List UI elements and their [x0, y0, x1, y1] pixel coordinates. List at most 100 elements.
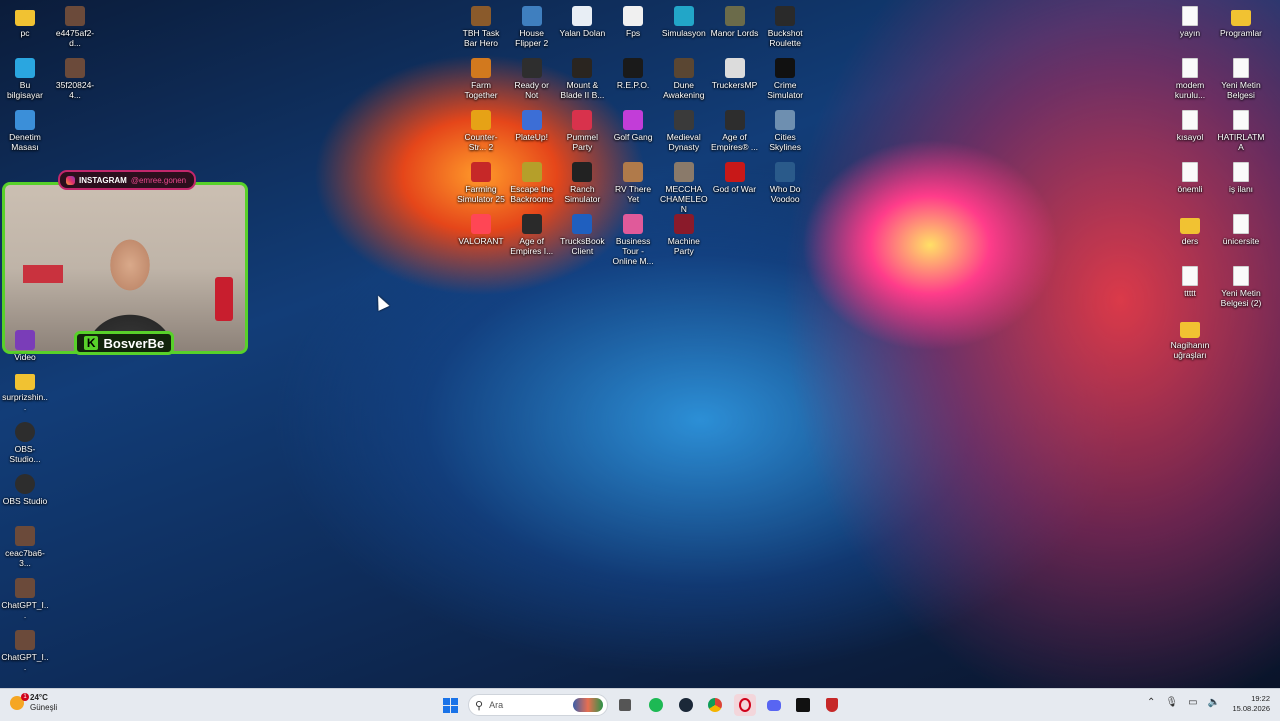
search-icon: ⚲ [475, 699, 484, 712]
shortcut-label: Age of Empires I... [510, 236, 554, 256]
game-icon [673, 214, 694, 234]
desktop-shortcut-game-7[interactable]: Farm Together [457, 58, 505, 100]
desktop-shortcut-right-1[interactable]: Programlar [1217, 6, 1265, 38]
desktop-shortcut-right-9[interactable]: ünicersite [1217, 214, 1265, 246]
desktop-shortcut-game-13[interactable]: Crime Simulator [761, 58, 809, 100]
desktop-shortcut-left-3[interactable]: 35f20824-4... [51, 58, 99, 100]
game-launcher-icon[interactable] [792, 694, 814, 716]
document-icon [1233, 266, 1249, 286]
folder-icon [15, 374, 35, 390]
desktop-shortcut-right-4[interactable]: kısayol [1166, 110, 1214, 142]
desktop-shortcut-game-30[interactable]: TrucksBook Client [558, 214, 606, 256]
desktop-shortcut-game-17[interactable]: Golf Gang [609, 110, 657, 142]
desktop-shortcut-game-27[interactable]: Who Do Voodoo [761, 162, 809, 204]
desktop-shortcut-left-4[interactable]: Denetim Masası [1, 110, 49, 152]
folder-icon [15, 10, 35, 26]
desktop-shortcut-game-28[interactable]: VALORANT [457, 214, 505, 246]
desktop-shortcut-game-31[interactable]: Business Tour - Online M... [609, 214, 657, 266]
chrome-icon[interactable] [704, 694, 726, 716]
desktop-shortcut-left-1[interactable]: e4475af2-d... [51, 6, 99, 48]
desktop-shortcut-game-16[interactable]: Pummel Party [558, 110, 606, 152]
discord-icon[interactable] [763, 694, 785, 716]
desktop-shortcut-left-8[interactable]: OBS Studio [1, 474, 49, 506]
desktop-shortcut-left-11[interactable]: ChatGPT_I... [1, 630, 49, 672]
desktop-shortcut-right-3[interactable]: Yeni Metin Belgesi [1217, 58, 1265, 100]
desktop-shortcut-game-11[interactable]: Dune Awakening [660, 58, 708, 100]
desktop-shortcut-left-10[interactable]: ChatGPT_I... [1, 578, 49, 620]
shortcut-label: Bu bilgisayar [7, 80, 43, 100]
desktop-shortcut-left-2[interactable]: Bu bilgisayar [1, 58, 49, 100]
desktop-shortcut-left-9[interactable]: ceac7ba6-3... [1, 526, 49, 568]
desktop-shortcut-game-24[interactable]: RV There Yet [609, 162, 657, 204]
desktop-shortcut-game-5[interactable]: Manor Lords [711, 6, 759, 38]
shortcut-label: ttttt [1184, 288, 1196, 298]
document-icon [1233, 162, 1249, 182]
shortcut-label: ünicersite [1222, 236, 1260, 246]
desktop-shortcut-game-25[interactable]: MECCHA CHAMELEON [660, 162, 708, 214]
shortcut-label: modem kurulu... [1174, 80, 1206, 100]
chevron-up-icon[interactable]: ⌃ [1147, 697, 1155, 708]
desktop-shortcut-right-6[interactable]: önemli [1166, 162, 1214, 194]
start-button[interactable] [439, 694, 461, 716]
game-icon [673, 58, 694, 78]
desktop-shortcut-game-9[interactable]: Mount & Blade II B... [558, 58, 606, 100]
desktop-shortcut-game-3[interactable]: Fps [609, 6, 657, 38]
desktop-shortcut-game-18[interactable]: Medieval Dynasty [660, 110, 708, 152]
desktop-shortcut-game-29[interactable]: Age of Empires I... [508, 214, 556, 256]
shortcut-label: Manor Lords [710, 28, 759, 38]
shortcut-label: Yeni Metin Belgesi (2) [1220, 288, 1262, 308]
desktop-shortcut-right-7[interactable]: iş ilanı [1217, 162, 1265, 194]
desktop-shortcut-right-2[interactable]: modem kurulu... [1166, 58, 1214, 100]
desktop-shortcut-game-10[interactable]: R.E.P.O. [609, 58, 657, 90]
desktop-shortcut-game-21[interactable]: Farming Simulator 25 [457, 162, 505, 204]
desktop-shortcut-game-14[interactable]: Counter-Str... 2 [457, 110, 505, 152]
game-icon [471, 58, 491, 78]
desktop-shortcut-game-4[interactable]: Simulasyon [660, 6, 708, 38]
desktop-shortcut-game-6[interactable]: Buckshot Roulette [761, 6, 809, 48]
steam-icon[interactable] [675, 694, 697, 716]
weather-widget[interactable]: 1 24°C Güneşli [10, 693, 57, 713]
file-explorer-icon[interactable] [614, 694, 636, 716]
desktop-shortcut-right-12[interactable]: Nagihanın uğraşları [1166, 318, 1214, 360]
shortcut-label: iş ilanı [1228, 184, 1254, 194]
network-icon[interactable]: ▭ [1188, 697, 1197, 708]
desktop-shortcut-game-8[interactable]: Ready or Not [508, 58, 556, 100]
desktop-shortcut-game-32[interactable]: Machine Party [660, 214, 708, 256]
spotify-icon[interactable] [645, 694, 667, 716]
shortcut-label: ChatGPT_I... [1, 600, 49, 620]
desktop-shortcut-game-12[interactable]: TruckersMP [711, 58, 759, 90]
clock[interactable]: 19:22 15.08.2026 [1232, 694, 1270, 714]
desktop-shortcut-left-6[interactable]: surprizshin... [1, 370, 49, 412]
desktop-shortcut-right-0[interactable]: yayın [1166, 6, 1214, 38]
shortcut-label: e4475af2-d... [55, 28, 95, 48]
desktop-shortcut-game-19[interactable]: Age of Empires® ... [711, 110, 759, 152]
desktop-shortcut-game-1[interactable]: House Flipper 2 [508, 6, 556, 48]
opera-gx-icon[interactable] [734, 694, 756, 716]
desktop-shortcut-left-7[interactable]: OBS-Studio... [1, 422, 49, 464]
sun-icon: 1 [10, 693, 29, 710]
shortcut-label: R.E.P.O. [616, 80, 650, 90]
desktop-shortcut-left-0[interactable]: pc [1, 6, 49, 38]
desktop-shortcut-game-0[interactable]: TBH Task Bar Hero [457, 6, 505, 48]
game-icon [623, 214, 644, 234]
taskbar-search[interactable]: ⚲ Ara [468, 694, 608, 716]
desktop-shortcut-right-5[interactable]: HATIRLATMA [1217, 110, 1265, 152]
desktop-shortcut-game-23[interactable]: Ranch Simulator [558, 162, 606, 204]
desktop-shortcut-left-5[interactable]: Video [1, 330, 49, 362]
desktop-shortcut-right-10[interactable]: ttttt [1166, 266, 1214, 298]
shield-icon[interactable] [821, 694, 843, 716]
desktop-shortcut-game-20[interactable]: Cities Skylines [761, 110, 809, 152]
desktop-shortcut-game-22[interactable]: Escape the Backrooms [508, 162, 556, 204]
volume-icon[interactable]: 🔈 [1208, 697, 1220, 708]
game-icon [775, 162, 796, 182]
desktop-shortcut-game-2[interactable]: Yalan Dolan [558, 6, 606, 38]
shortcut-label: Golf Gang [613, 132, 653, 142]
shortcut-label: Fps [626, 28, 641, 38]
shortcut-label: 35f20824-4... [55, 80, 95, 100]
document-icon [1182, 110, 1198, 130]
desktop-shortcut-game-26[interactable]: God of War [711, 162, 759, 194]
desktop-shortcut-game-15[interactable]: PlateUp! [508, 110, 556, 142]
microphone-icon[interactable]: 🎙 [1165, 697, 1178, 708]
desktop-shortcut-right-8[interactable]: ders [1166, 214, 1214, 246]
desktop-shortcut-right-11[interactable]: Yeni Metin Belgesi (2) [1217, 266, 1265, 308]
